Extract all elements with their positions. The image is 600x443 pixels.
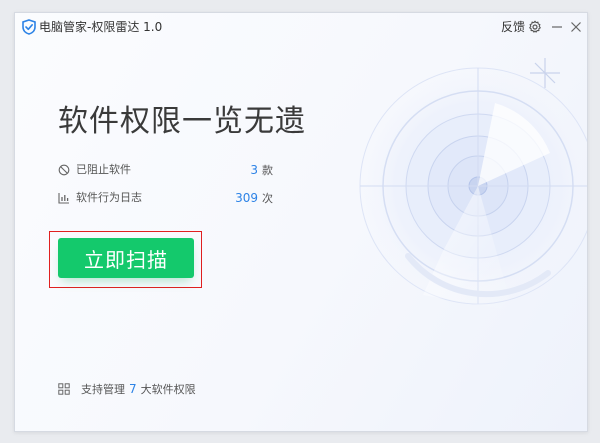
stat-row-blocked: 已阻止软件 3款 (58, 161, 273, 179)
shield-logo-icon (22, 19, 36, 35)
stat-unit: 款 (262, 164, 273, 177)
stat-value: 3款 (250, 161, 273, 180)
minimize-icon[interactable] (550, 20, 564, 34)
footer-prefix: 支持管理 (81, 383, 125, 396)
stat-value: 309 次 (235, 189, 273, 208)
grid-icon (58, 383, 70, 395)
stat-label: 软件行为日志 (76, 191, 142, 204)
blocked-icon (58, 164, 70, 176)
app-title: 电脑管家-权限雷达 1.0 (39, 20, 163, 34)
footer-text: 支持管理 7 大软件权限 (81, 380, 196, 399)
gear-icon[interactable] (528, 20, 542, 34)
scan-now-button[interactable]: 立即扫描 (58, 238, 194, 278)
page-headline: 软件权限一览无遗 (58, 104, 306, 139)
feedback-link[interactable]: 反馈 (501, 19, 525, 35)
bar-chart-icon (58, 193, 69, 204)
footer-suffix: 大软件权限 (140, 383, 196, 396)
radar-illustration (359, 58, 587, 311)
close-icon[interactable] (569, 20, 583, 34)
app-window: 电脑管家-权限雷达 1.0 反馈 软件权限一览无遗 已阻止软件 3 款 软件行为… (14, 12, 588, 432)
stat-row-behavior-log: 软件行为日志 309 次 (58, 189, 273, 207)
footer-count: 7 (129, 382, 137, 396)
stat-number: 3 (250, 163, 258, 177)
stat-label: 已阻止软件 (76, 163, 131, 176)
stat-unit: 次 (262, 192, 273, 205)
stat-number: 309 (235, 191, 258, 205)
titlebar: 电脑管家-权限雷达 1.0 反馈 (15, 13, 587, 41)
